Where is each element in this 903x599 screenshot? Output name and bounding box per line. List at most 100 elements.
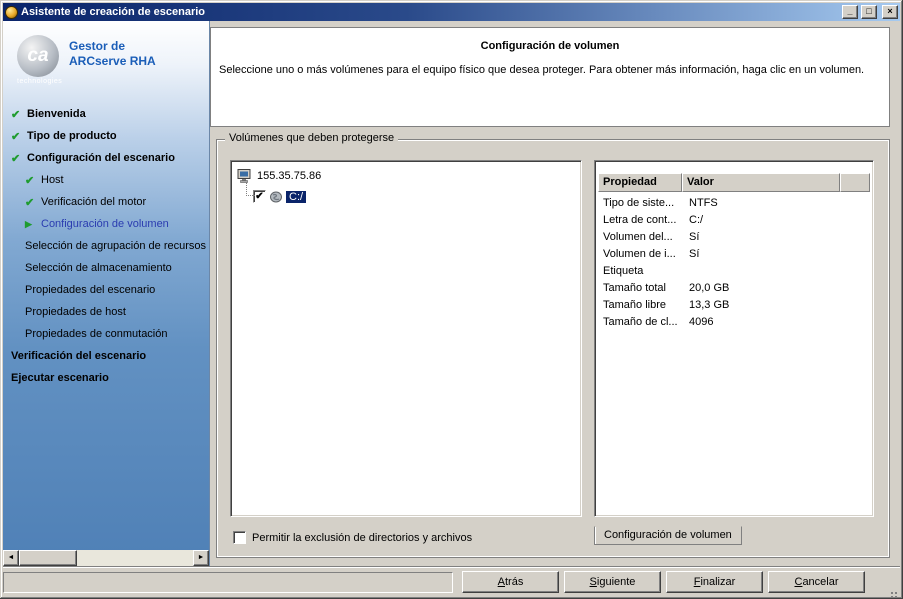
step-label: Configuración del escenario	[27, 152, 175, 164]
brand-line1: Gestor de	[69, 39, 156, 54]
step-bienvenida[interactable]: ✔ Bienvenida	[3, 103, 209, 125]
step-label: Ejecutar escenario	[11, 372, 109, 384]
main-content: Configuración de volumen Seleccione uno …	[210, 21, 900, 566]
root-host-label: 155.35.75.86	[257, 170, 321, 182]
step-header-panel: Configuración de volumen Seleccione uno …	[210, 27, 890, 127]
scroll-left-icon[interactable]: ◄	[3, 550, 19, 566]
volume-properties-panel: Propiedad Valor Tipo de siste... NTFS Le…	[594, 160, 874, 517]
step-label: Bienvenida	[27, 108, 86, 120]
brand-logo: ca technologies Gestor de ARCserve RHA	[3, 21, 209, 85]
property-name: Tipo de siste...	[598, 197, 682, 209]
step-label: Selección de almacenamiento	[25, 262, 172, 274]
next-button[interactable]: Siguiente	[564, 571, 661, 593]
footer-bar: Atrás Siguiente Finalizar Cancelar	[3, 566, 900, 596]
window-title: Asistente de creación de escenario	[21, 6, 839, 18]
window-body: ca technologies Gestor de ARCserve RHA ✔…	[3, 21, 900, 566]
cancel-button-label: Cancelar	[794, 576, 838, 588]
wizard-window: Asistente de creación de escenario _ □ ×…	[0, 0, 903, 599]
check-icon: ✔	[25, 174, 41, 187]
finish-button[interactable]: Finalizar	[666, 571, 763, 593]
volume-label-selected[interactable]: C:/	[286, 191, 306, 203]
back-button-label: Atrás	[498, 576, 524, 588]
sidebar-horizontal-scrollbar[interactable]: ◄ ►	[3, 550, 209, 566]
next-button-label: Siguiente	[590, 576, 636, 588]
cancel-button[interactable]: Cancelar	[768, 571, 865, 593]
property-value: NTFS	[682, 197, 870, 209]
property-row[interactable]: Volumen de i... Sí	[598, 245, 870, 262]
step-label: Tipo de producto	[27, 130, 117, 142]
volumes-tree[interactable]: 155.35.75.86 ✔ C:/	[230, 160, 582, 517]
brand-line2: ARCserve RHA	[69, 54, 156, 69]
property-value: 20,0 GB	[682, 282, 870, 294]
column-header-propiedad[interactable]: Propiedad	[598, 173, 682, 192]
computer-icon	[237, 169, 253, 183]
property-value: 4096	[682, 316, 870, 328]
status-bar	[3, 572, 453, 593]
property-grid-header: Propiedad Valor	[598, 173, 870, 192]
property-row[interactable]: Volumen del... Sí	[598, 228, 870, 245]
property-row[interactable]: Tamaño de cl... 4096	[598, 313, 870, 330]
resize-grip[interactable]	[886, 584, 898, 596]
groupbox-title: Volúmenes que deben protegerse	[225, 132, 398, 144]
current-step-arrow-icon: ▶	[25, 219, 41, 230]
step-seleccion-de-almacenamiento[interactable]: Selección de almacenamiento	[3, 257, 209, 279]
tree-root-node[interactable]: 155.35.75.86	[237, 167, 575, 184]
property-row[interactable]: Tamaño libre 13,3 GB	[598, 296, 870, 313]
step-verificacion-del-motor[interactable]: ✔ Verificación del motor	[3, 191, 209, 213]
step-propiedades-del-escenario[interactable]: Propiedades del escenario	[3, 279, 209, 301]
step-propiedades-de-host[interactable]: Propiedades de host	[3, 301, 209, 323]
back-button[interactable]: Atrás	[462, 571, 559, 593]
title-bar[interactable]: Asistente de creación de escenario _ □ ×	[3, 3, 900, 21]
property-name: Letra de cont...	[598, 214, 682, 226]
ca-logo-icon: ca	[17, 35, 59, 77]
check-icon: ✔	[11, 108, 27, 121]
property-row[interactable]: Tipo de siste... NTFS	[598, 194, 870, 211]
volume-icon	[269, 191, 283, 203]
property-name: Tamaño total	[598, 282, 682, 294]
step-label: Selección de agrupación de recursos	[25, 240, 206, 252]
property-value: C:/	[682, 214, 870, 226]
step-seleccion-de-agrupacion[interactable]: Selección de agrupación de recursos	[3, 235, 209, 257]
step-host[interactable]: ✔ Host	[3, 169, 209, 191]
app-icon	[5, 6, 18, 19]
check-icon: ✔	[11, 130, 27, 143]
step-propiedades-de-conmutacion[interactable]: Propiedades de conmutación	[3, 323, 209, 345]
scrollbar-track[interactable]	[77, 550, 193, 566]
exclusion-option[interactable]: Permitir la exclusión de directorios y a…	[233, 531, 472, 544]
wizard-buttons: Atrás Siguiente Finalizar Cancelar	[462, 571, 865, 593]
property-row[interactable]: Tamaño total 20,0 GB	[598, 279, 870, 296]
step-ejecutar-escenario[interactable]: Ejecutar escenario	[3, 367, 209, 389]
tree-root-container: 155.35.75.86 ✔ C:/	[237, 167, 575, 205]
property-value: Sí	[682, 248, 870, 260]
step-label: Propiedades de host	[25, 306, 126, 318]
step-configuracion-de-volumen[interactable]: ▶ Configuración de volumen	[3, 213, 209, 235]
step-label: Propiedades del escenario	[25, 284, 155, 296]
scroll-right-icon[interactable]: ►	[193, 550, 209, 566]
finish-button-label: Finalizar	[694, 576, 736, 588]
maximize-button[interactable]: □	[861, 5, 877, 19]
minimize-button[interactable]: _	[842, 5, 858, 19]
property-row[interactable]: Etiqueta	[598, 262, 870, 279]
step-tipo-de-producto[interactable]: ✔ Tipo de producto	[3, 125, 209, 147]
property-name: Etiqueta	[598, 265, 682, 277]
column-header-valor[interactable]: Valor	[682, 173, 840, 192]
property-name: Tamaño libre	[598, 299, 682, 311]
scrollbar-thumb[interactable]	[19, 550, 77, 566]
exclusion-checkbox-label: Permitir la exclusión de directorios y a…	[252, 532, 472, 544]
column-header-spacer	[840, 173, 870, 192]
exclusion-checkbox[interactable]	[233, 531, 246, 544]
tree-connector-line	[246, 182, 255, 196]
brand-technologies-label: technologies	[17, 78, 59, 85]
property-name: Tamaño de cl...	[598, 316, 682, 328]
volumes-groupbox: Volúmenes que deben protegerse 1	[216, 139, 890, 558]
close-button[interactable]: ×	[882, 5, 898, 19]
property-row[interactable]: Letra de cont... C:/	[598, 211, 870, 228]
step-configuracion-del-escenario[interactable]: ✔ Configuración del escenario	[3, 147, 209, 169]
step-label: Host	[41, 174, 64, 186]
tab-configuracion-de-volumen[interactable]: Configuración de volumen	[594, 526, 742, 545]
check-icon: ✔	[25, 196, 41, 209]
step-verificacion-del-escenario[interactable]: Verificación del escenario	[3, 345, 209, 367]
tree-volume-node[interactable]: ✔ C:/	[253, 188, 575, 205]
wizard-sidebar: ca technologies Gestor de ARCserve RHA ✔…	[3, 21, 210, 566]
property-name: Volumen del...	[598, 231, 682, 243]
